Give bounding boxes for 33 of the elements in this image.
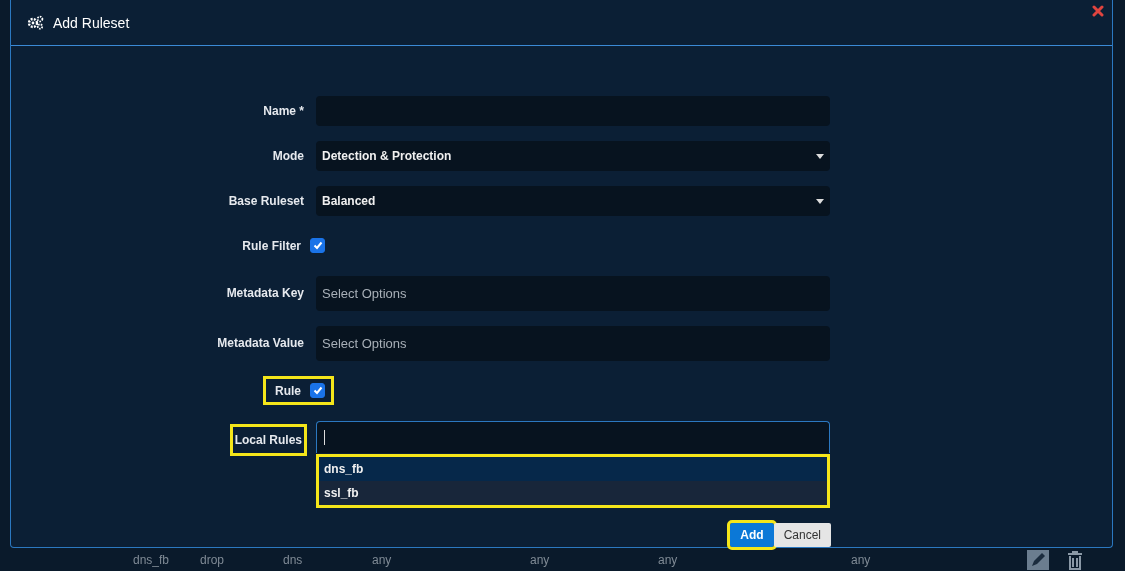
add-button[interactable]: Add	[730, 523, 774, 547]
table-cell-text: any	[658, 552, 679, 567]
dropdown-option[interactable]: dns_fb	[319, 457, 827, 481]
table-cell-text: dns_fb	[133, 552, 171, 567]
checkbox[interactable]	[310, 383, 325, 398]
field-label: Base Ruleset	[227, 194, 305, 208]
multiselect-field[interactable]: Select Options	[316, 326, 830, 361]
dialog-title: Add Ruleset	[53, 14, 130, 31]
cancel-button[interactable]: Cancel	[773, 523, 831, 547]
trash-icon[interactable]	[1065, 549, 1085, 570]
select-field[interactable]: Detection & Protection	[316, 141, 830, 171]
caret-icon	[816, 153, 824, 159]
field-label: Local Rules	[229, 424, 307, 456]
field-label: Metadata Value	[216, 336, 305, 350]
table-cell-text: any	[530, 552, 551, 567]
table-cell-text: any	[851, 552, 872, 567]
close-icon	[1092, 5, 1104, 17]
table-cell-text: any	[372, 552, 393, 567]
checkbox[interactable]	[310, 238, 325, 253]
search-input-field[interactable]	[316, 421, 830, 453]
pencil-icon[interactable]	[1027, 549, 1049, 570]
close-button[interactable]	[1092, 5, 1104, 17]
table-cell-text: drop	[200, 552, 226, 567]
field-label: Name *	[262, 104, 305, 118]
multiselect-field[interactable]: Select Options	[316, 276, 830, 311]
field-label: Metadata Key	[225, 286, 305, 300]
table-cell-text: dns	[283, 552, 304, 567]
select-field[interactable]: Balanced	[316, 186, 830, 216]
caret-icon	[816, 198, 824, 204]
field-label: Rule Filter	[241, 238, 302, 253]
field-label: Mode	[271, 149, 305, 163]
field-label: Rule	[274, 383, 302, 398]
dropdown-option[interactable]: ssl_fb	[319, 481, 827, 505]
